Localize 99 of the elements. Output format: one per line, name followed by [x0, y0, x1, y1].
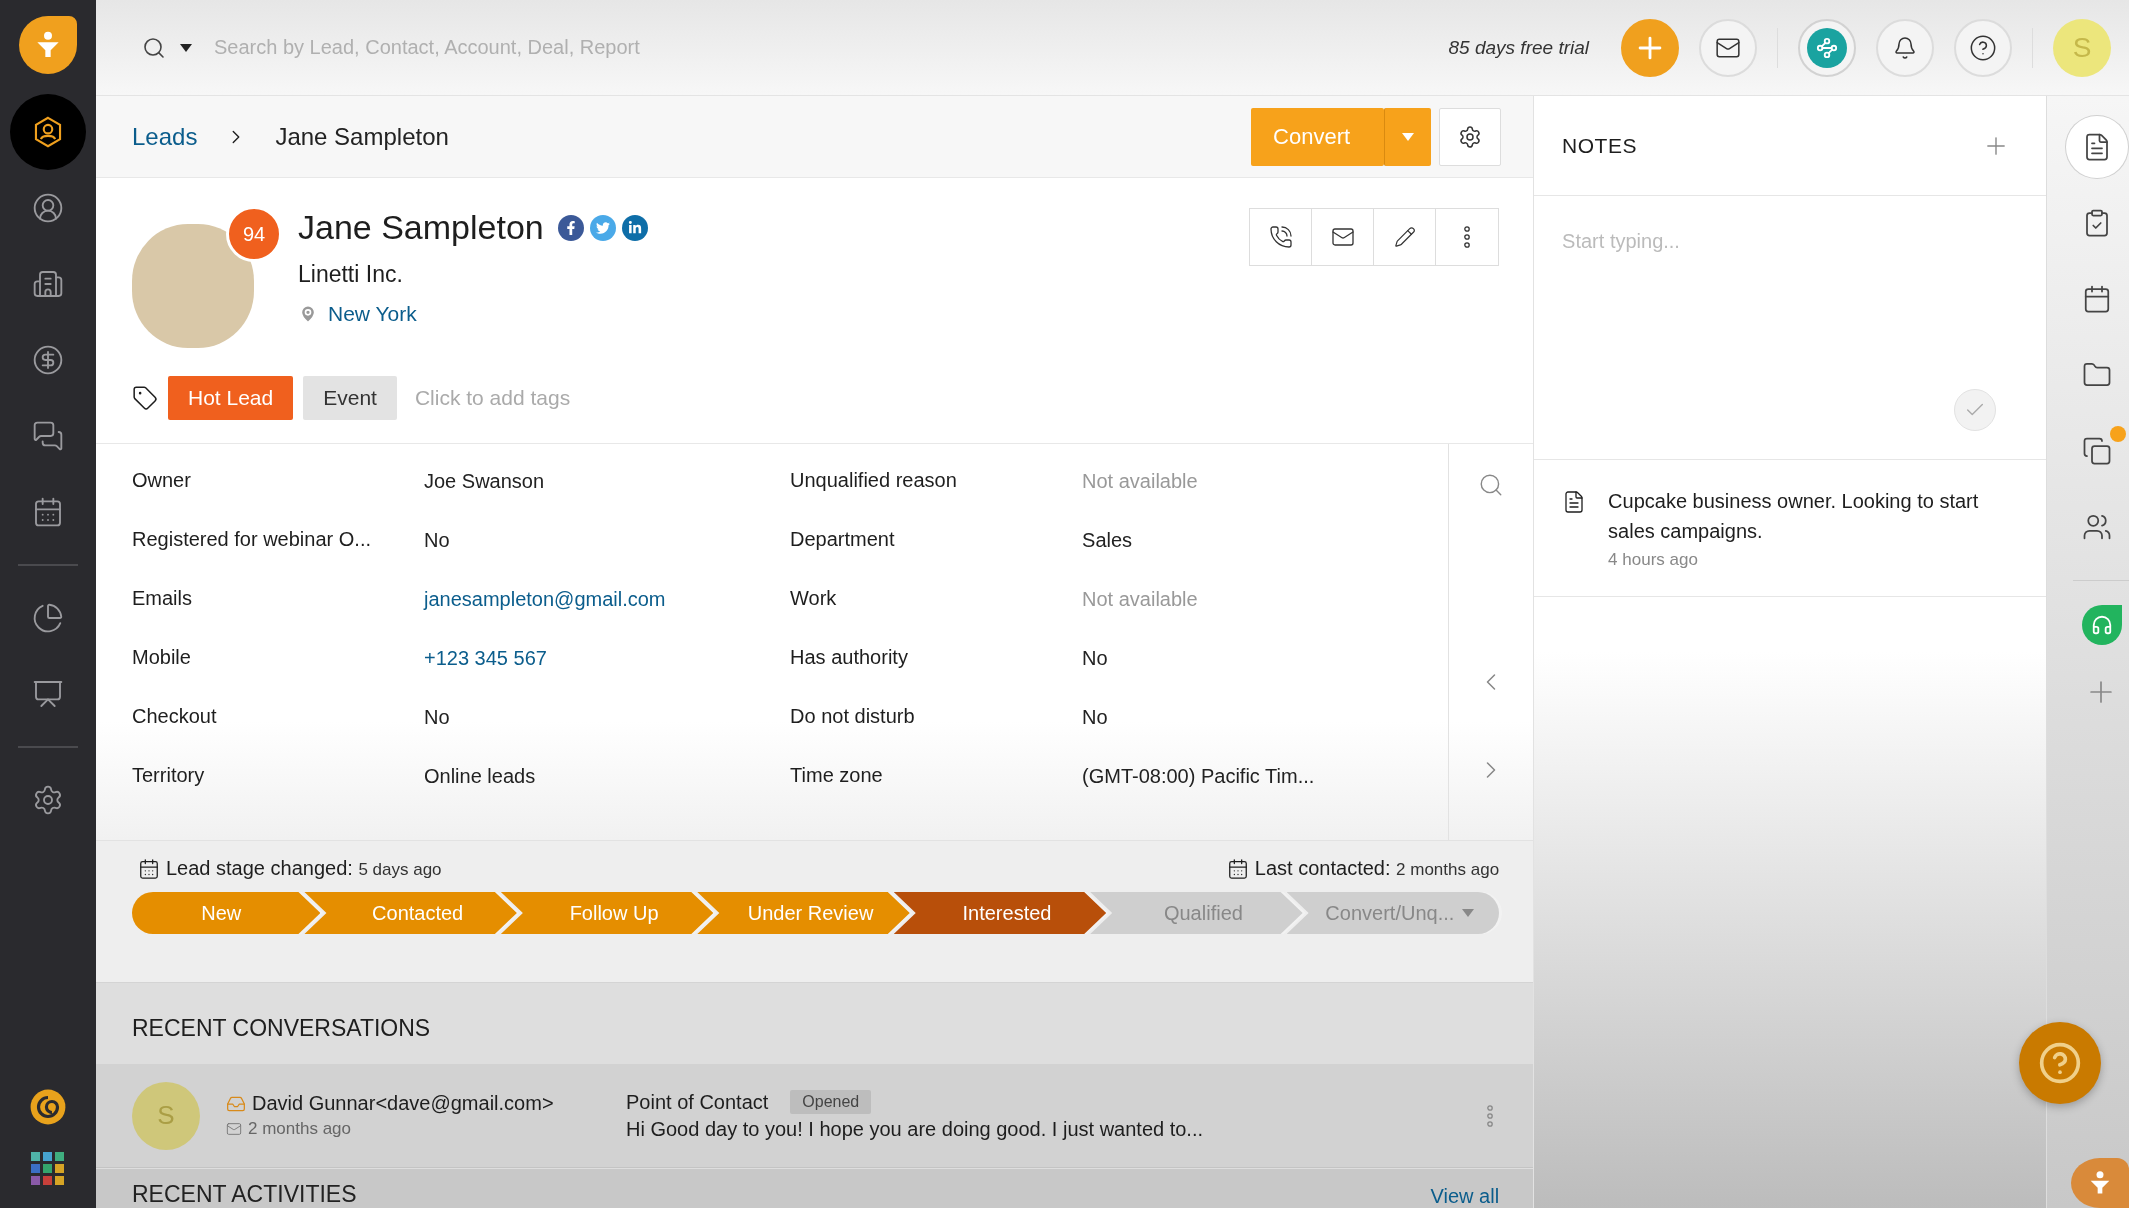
pipeline-stage[interactable]: Convert/Unq... [1286, 892, 1500, 934]
calendar-icon [32, 496, 64, 528]
breadcrumb-link[interactable]: Leads [132, 122, 198, 151]
field-value: Not available [1082, 587, 1199, 612]
note-text: Cupcake business owner. Looking to start sales campaigns. [1608, 489, 1980, 544]
linkedin-icon [627, 220, 642, 235]
section-title: RECENT ACTIVITIES [132, 1181, 357, 1208]
field-label: Emails [132, 586, 193, 611]
field-label: Do not disturb [790, 704, 916, 729]
field-label: Territory [132, 763, 206, 788]
field-label: Registered for webinar O... [132, 527, 372, 552]
mail-icon [226, 1121, 242, 1137]
building-icon [32, 268, 64, 300]
field-value-link[interactable]: janesampleton@gmail.com [424, 584, 666, 643]
help-icon [1969, 33, 1997, 62]
search-icon [142, 35, 166, 60]
app-logo[interactable] [19, 16, 77, 74]
lead-name: Jane Sampleton [298, 208, 544, 247]
field-label: Time zone [790, 763, 884, 788]
conversation-time: 2 months ago [248, 1119, 351, 1139]
pipeline-stage[interactable]: Follow Up [500, 892, 714, 934]
phone-icon [1268, 225, 1293, 249]
app-logo-button[interactable] [2071, 1158, 2129, 1208]
company-name: Linetti Inc. [298, 261, 404, 288]
pipeline-stage[interactable]: Under Review [697, 892, 910, 934]
bird-icon [595, 220, 610, 235]
field-label: Has authority [790, 645, 909, 670]
pencil-icon [1393, 226, 1416, 248]
user-circle-icon [32, 192, 64, 224]
field-label: Unqualified reason [790, 468, 958, 493]
field-value: Sales [1082, 528, 1134, 553]
search-scope-button[interactable] [142, 35, 192, 60]
tag[interactable]: Event [303, 376, 397, 420]
note-input-field[interactable]: Start typing... [1534, 196, 2046, 459]
location-link[interactable]: New York [328, 302, 417, 326]
swirl-logo-icon[interactable] [29, 1088, 67, 1126]
pie-chart-icon [32, 602, 64, 634]
field-value: No [1082, 646, 1109, 671]
add-tags-hint[interactable]: Click to add tags [414, 386, 571, 410]
linkedin-link[interactable] [621, 214, 648, 241]
lead-score-badge: 94 [226, 206, 282, 262]
help-icon [2038, 1041, 2082, 1085]
pipeline-stage[interactable]: Interested [893, 892, 1107, 934]
presentation-chart-icon [32, 678, 64, 710]
settings-icon [32, 784, 64, 816]
pipeline-stage[interactable]: Contacted [304, 892, 517, 934]
field-value: Not available [1082, 469, 1199, 494]
bell-icon [1893, 35, 1917, 60]
mail-icon [1330, 225, 1355, 249]
field-value: Online leads [424, 764, 537, 789]
field-value: Joe Swanson [424, 469, 546, 494]
convert-button[interactable]: Convert [1251, 107, 1385, 166]
tag[interactable]: Hot Lead [168, 376, 294, 420]
calendar-icon [138, 857, 160, 880]
search-field[interactable]: Search by Lead, Contact, Account, Deal, Report [212, 35, 1429, 60]
people-icon [2082, 512, 2112, 542]
more-icon [1487, 1104, 1494, 1127]
calendar-icon [1226, 857, 1249, 880]
twitter-link[interactable] [589, 214, 616, 241]
headset-icon [2091, 614, 2113, 636]
breadcrumb-current: Jane Sampleton [275, 122, 449, 151]
field-value: No [424, 705, 451, 730]
sender-name: David Gunnar<dave@gmail.com> [252, 1092, 554, 1115]
trial-notice: 85 days free trial [1448, 36, 1589, 59]
conversation-snippet: Hi Good day to you! I hope you are doing good. I just wanted to... [626, 1118, 1205, 1141]
caret-icon [1402, 132, 1415, 141]
note-time: 4 hours ago [1608, 550, 1699, 570]
stacked-squares-icon [2082, 436, 2112, 466]
conversation-subject: Point of Contact [626, 1090, 769, 1114]
field-label: Owner [132, 468, 192, 493]
field-value-link[interactable]: +123 345 567 [424, 643, 547, 702]
field-label: Mobile [132, 645, 192, 670]
tag-icon [132, 385, 158, 411]
support-button[interactable] [2082, 605, 2122, 645]
notes-panel-button[interactable] [2066, 116, 2128, 178]
caret-icon [180, 43, 192, 52]
field-value: No [1082, 705, 1109, 730]
chat-icon [32, 420, 64, 452]
settings-button[interactable] [1439, 107, 1502, 166]
notes-title: NOTES [1562, 133, 1637, 158]
facebook-link[interactable] [557, 214, 584, 241]
stage-info-text: Last contacted: 2 months ago [1254, 857, 1500, 880]
dollar-circle-icon [32, 344, 64, 376]
field-value: (GMT-08:00) Pacific Tim... [1082, 764, 1316, 789]
pipeline-stage[interactable]: Qualified [1090, 892, 1303, 934]
network-icon [1816, 36, 1838, 59]
settings-icon [1458, 124, 1483, 149]
field-label: Department [790, 527, 896, 552]
more-icon [1464, 226, 1471, 248]
calendar-icon [2082, 284, 2112, 314]
apps-grid-icon[interactable] [31, 1152, 65, 1186]
view-all-link[interactable]: View all [1430, 1185, 1500, 1208]
status-badge: Opened [790, 1090, 872, 1114]
section-title: RECENT CONVERSATIONS [132, 1015, 432, 1042]
field-label: Work [790, 586, 838, 611]
field-label: Checkout [132, 704, 218, 729]
field-value: No [424, 528, 451, 553]
stage-info-text: Lead stage changed: 5 days ago [166, 857, 442, 880]
pipeline-stage[interactable]: New [132, 892, 321, 934]
